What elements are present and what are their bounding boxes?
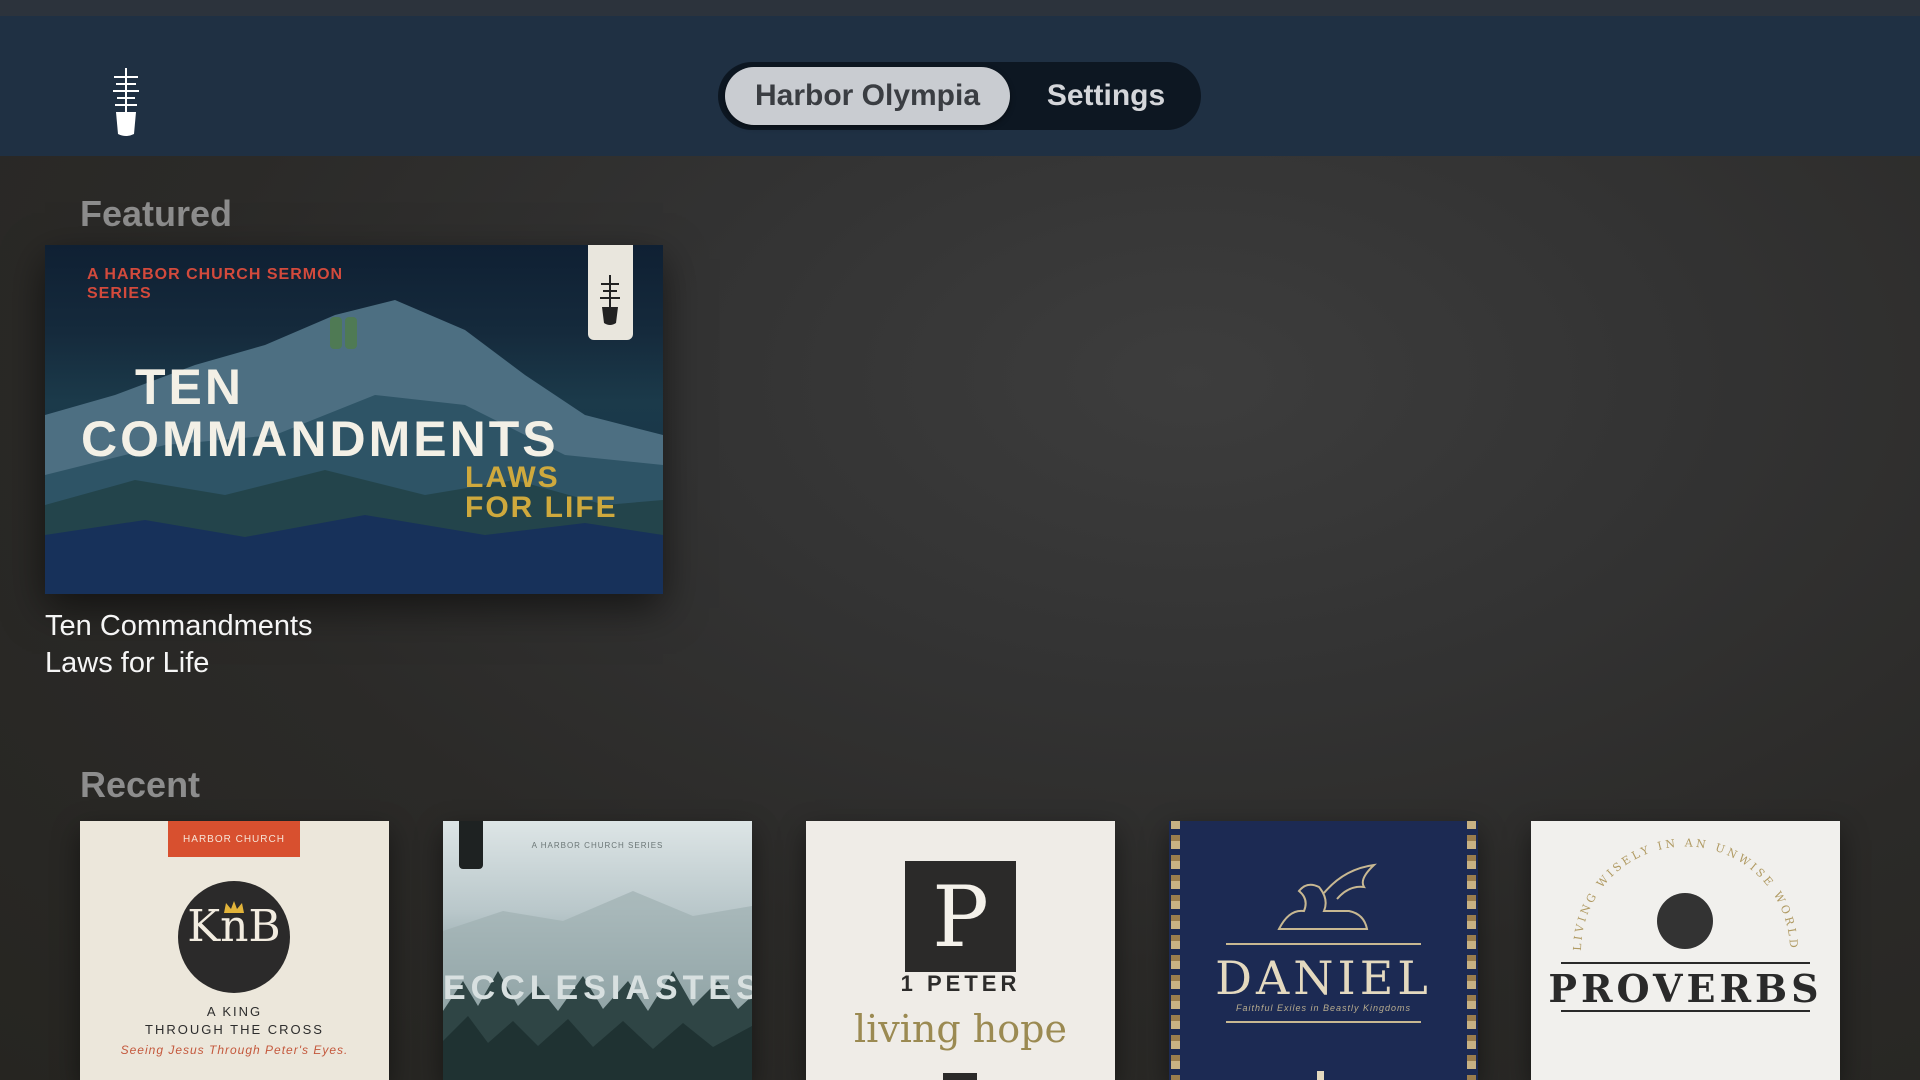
featured-section-title: Featured	[80, 193, 233, 234]
recent-tile-proverbs[interactable]: LIVING WISELY IN AN UNWISE WORLD PROVERB…	[1531, 821, 1840, 1080]
rule-top	[1226, 943, 1421, 945]
recent-tile-1-peter[interactable]: P 1 PETER living hope	[806, 821, 1115, 1080]
art-kicker: A HARBOR CHURCH SERMON SERIES	[87, 266, 344, 302]
winged-lion-icon	[1277, 863, 1377, 930]
tile-title: 1 PETER	[900, 971, 1021, 996]
tile-band: HARBOR CHURCH	[168, 821, 300, 857]
tab-settings[interactable]: Settings	[1018, 67, 1194, 125]
ship-mast-icon	[600, 275, 620, 325]
tile-glyph: P	[932, 868, 989, 966]
featured-caption: Ten Commandments Laws for Life	[45, 608, 313, 682]
top-navigation-bar: Harbor Olympia Settings	[0, 16, 1920, 156]
tile-line3: Seeing Jesus Through Peter's Eyes.	[120, 1043, 349, 1057]
featured-caption-subtitle: Laws for Life	[45, 647, 210, 679]
art-title-line1: TEN	[135, 359, 244, 415]
featured-series-card[interactable]: A HARBOR CHURCH SERMON SERIES TEN COMMAN…	[45, 245, 663, 594]
tile-subtitle: living hope	[854, 1007, 1067, 1051]
tile-title: ECCLESIASTES	[443, 969, 752, 1007]
church-logo-tab	[588, 245, 633, 340]
tile-kicker: A HARBOR CHURCH SERIES	[531, 841, 664, 850]
tab-harbor-olympia[interactable]: Harbor Olympia	[725, 67, 1010, 125]
tab-segment-control: Harbor Olympia Settings	[718, 62, 1201, 130]
rule-top	[1561, 962, 1810, 964]
recent-row: HARBOR CHURCH KnB A KING THROUGH THE CRO…	[0, 821, 1920, 1080]
art-subtitle-line2: FOR LIFE	[465, 491, 618, 524]
forest-artwork	[443, 891, 752, 1080]
tile-line1: A KING	[206, 1004, 263, 1019]
recent-section-title: Recent	[80, 764, 201, 805]
tile-title: DANIEL	[1215, 951, 1432, 1005]
tile-line2: THROUGH THE CROSS	[145, 1022, 324, 1037]
tile-title: PROVERBS	[1548, 966, 1823, 1011]
ship-mast-icon[interactable]	[106, 68, 146, 138]
featured-caption-title: Ten Commandments	[45, 610, 313, 642]
tile-tagline: Faithful Exiles in Beastly Kingdoms	[1235, 1003, 1412, 1013]
recent-tile-king-through-cross[interactable]: HARBOR CHURCH KnB A KING THROUGH THE CRO…	[80, 821, 389, 1080]
recent-tile-daniel[interactable]: DANIEL Faithful Exiles in Beastly Kingdo…	[1169, 821, 1478, 1080]
art-subtitle-line1: LAWS	[465, 461, 560, 494]
rule-bottom	[1226, 1021, 1421, 1023]
tile-stem	[1317, 1071, 1324, 1080]
art-subtitle: LAWS FOR LIFE	[465, 463, 618, 523]
tile-monogram: KnB	[187, 901, 281, 952]
window-top-edge	[0, 0, 1920, 16]
tile-bar	[943, 1073, 977, 1080]
rule-bottom	[1561, 1010, 1810, 1012]
art-title-line2: COMMANDMENTS	[81, 411, 559, 467]
trinity-knot-icon	[1657, 893, 1713, 949]
recent-tile-ecclesiastes[interactable]: A HARBOR CHURCH SERIES ECCLESIASTES	[443, 821, 752, 1080]
